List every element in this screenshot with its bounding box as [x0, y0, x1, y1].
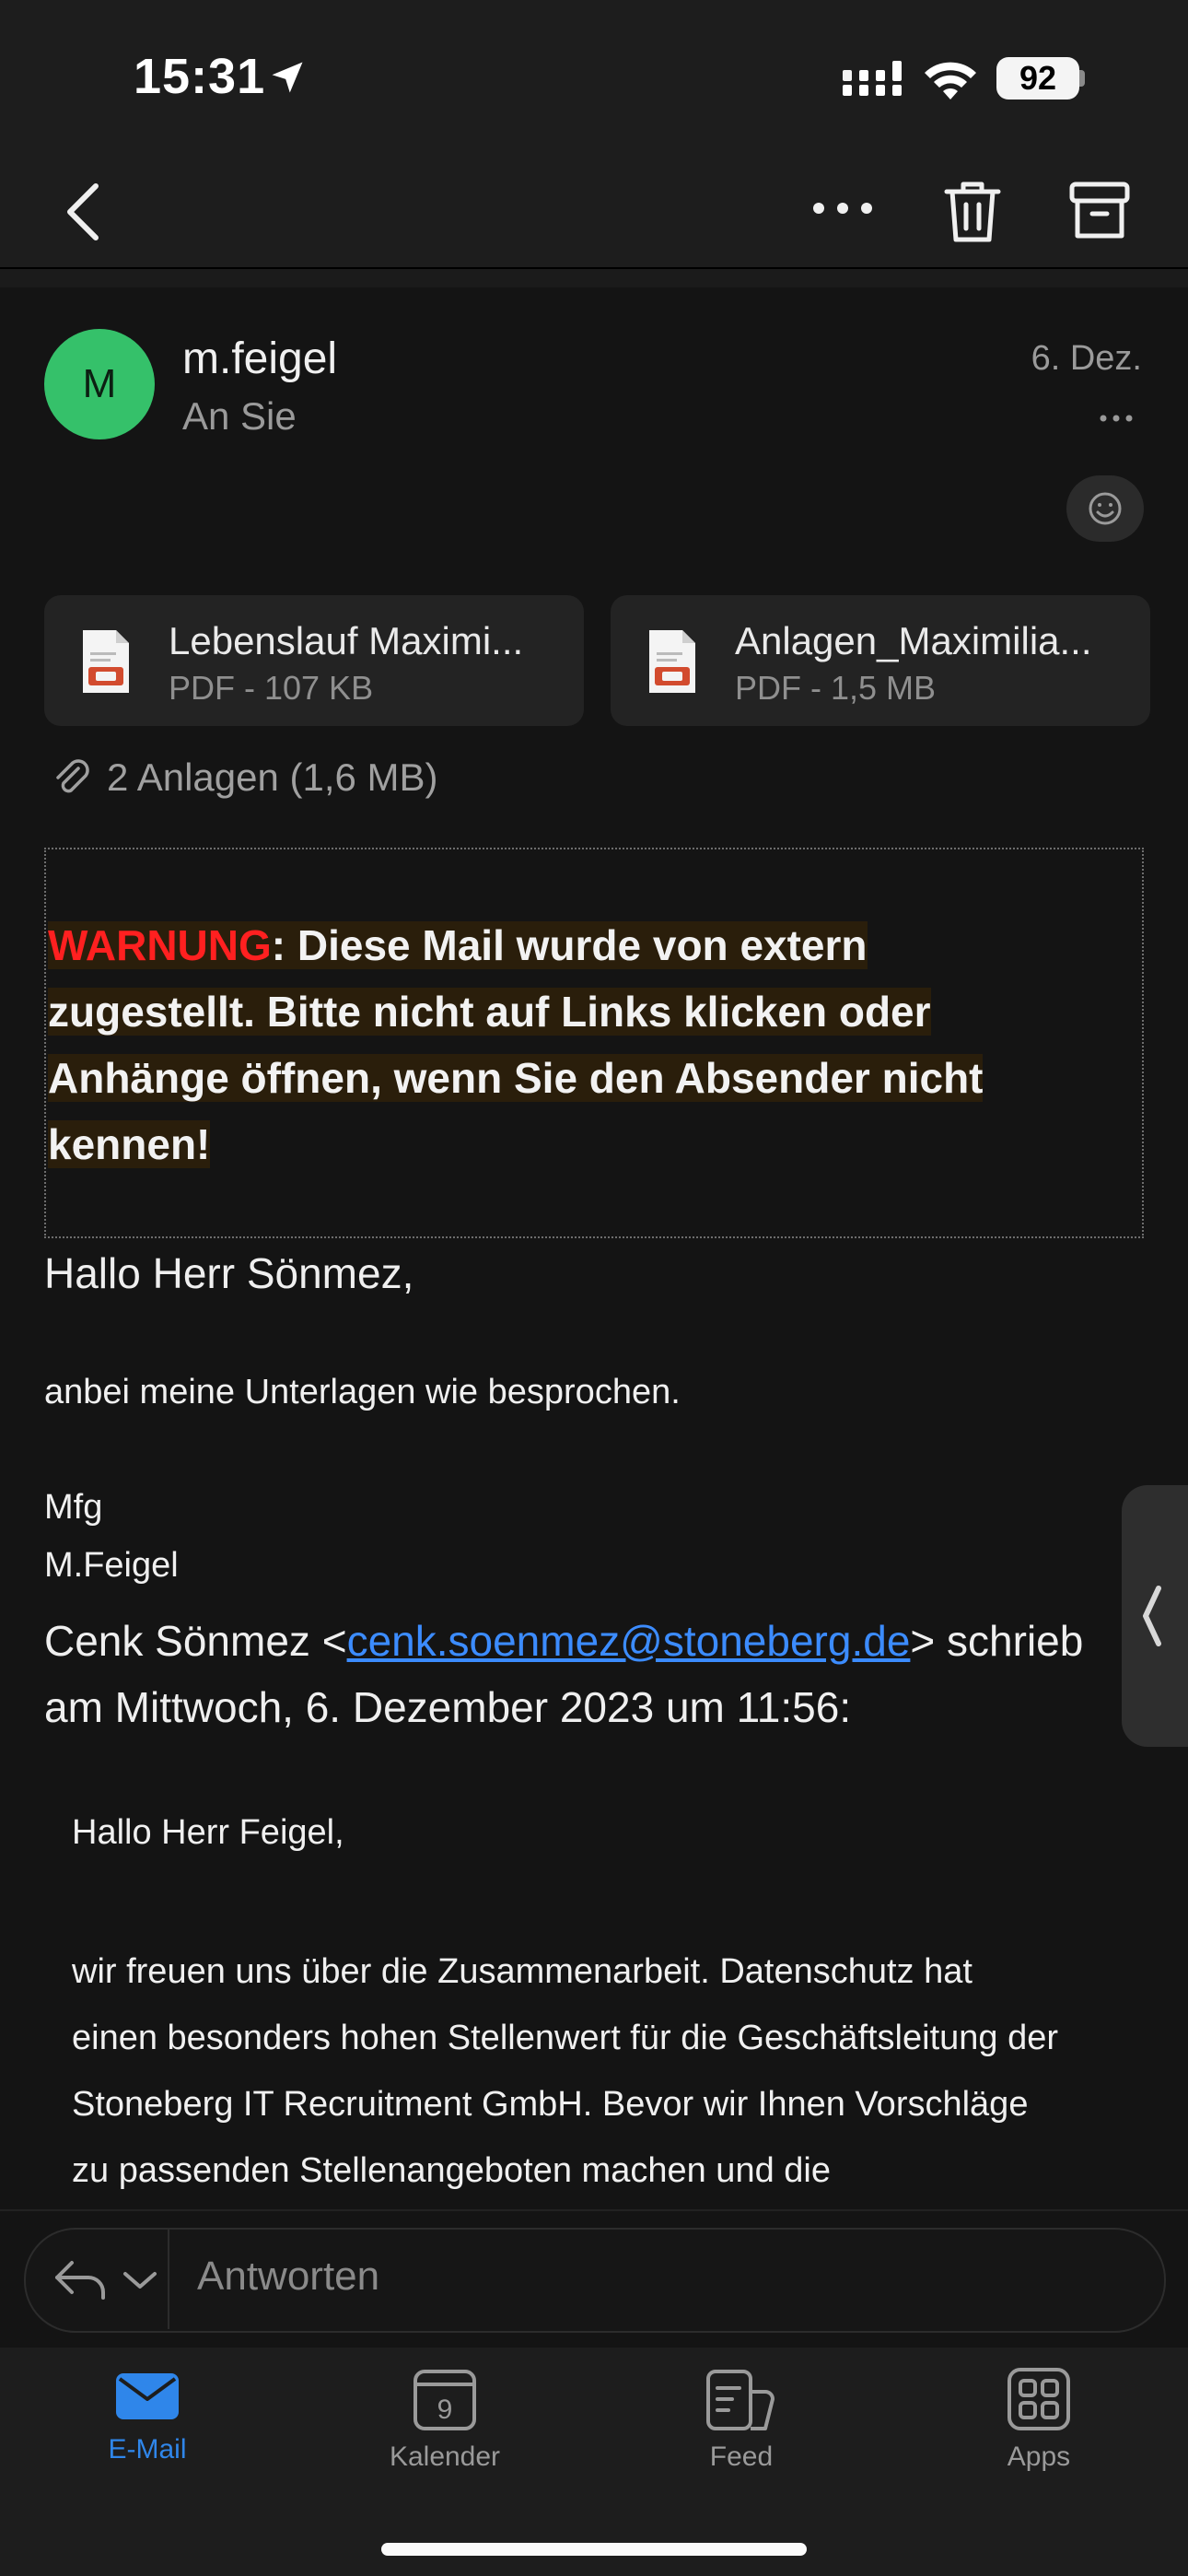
calendar-icon: 9	[413, 2370, 476, 2430]
attachment-meta: PDF - 107 KB	[169, 669, 374, 707]
warning-line: Anhänge öffnen, wenn Sie den Absender ni…	[48, 1054, 984, 1102]
attachment-name: Lebenslauf Maximi...	[169, 619, 524, 662]
side-panel-handle[interactable]	[1122, 1485, 1188, 1747]
body-closing: Mfg	[44, 1488, 103, 1527]
tab-apps[interactable]: Apps	[947, 2366, 1131, 2486]
chevron-left-icon	[1143, 1586, 1161, 1646]
toolbar	[0, 157, 1188, 269]
quote-header: Cenk Sönmez <cenk.soenmez@stoneberg.de> …	[44, 1608, 1168, 1740]
apps-grid-icon	[1007, 2368, 1070, 2430]
quoted-line: zu passenden Stellenangeboten machen und…	[72, 2151, 831, 2190]
chevron-down-icon[interactable]	[122, 2268, 158, 2292]
attachment-meta: PDF - 1,5 MB	[735, 669, 937, 707]
quote-suffix: > schrieb	[910, 1617, 1084, 1665]
message-more-icon[interactable]	[1098, 411, 1135, 426]
home-indicator[interactable]	[381, 2543, 807, 2556]
sender-avatar[interactable]: M	[44, 329, 155, 439]
attachment-card[interactable]: Anlagen_Maximilia... PDF - 1,5 MB	[611, 595, 1150, 726]
external-warning-text: WARNUNG: Diese Mail wurde von extern zug…	[48, 912, 1107, 1177]
attachment-card[interactable]: Lebenslauf Maximi... PDF - 107 KB	[44, 595, 584, 726]
tab-calendar[interactable]: 9 Kalender	[353, 2366, 537, 2486]
warning-label: WARNUNG	[48, 921, 272, 969]
archive-button[interactable]	[1066, 177, 1133, 247]
delete-trash-button[interactable]	[939, 177, 1006, 247]
paperclip-icon	[56, 759, 89, 793]
body-text: anbei meine Unterlagen wie besprochen.	[44, 1373, 681, 1411]
reply-bar[interactable]	[24, 2228, 1166, 2333]
location-arrow-icon	[272, 62, 303, 93]
quoted-greeting: Hallo Herr Feigel,	[72, 1813, 344, 1852]
smiley-icon	[1089, 492, 1122, 525]
more-options-button[interactable]	[806, 184, 879, 240]
attachment-name: Anlagen_Maximilia...	[735, 619, 1092, 662]
reply-input[interactable]: Antworten	[197, 2254, 379, 2300]
quoted-paragraph: wir freuen uns über die Zusammenarbeit. …	[72, 1938, 1131, 2204]
warning-line: kennen!	[48, 1120, 211, 1168]
message-date: 6. Dez.	[1031, 339, 1142, 378]
mail-icon	[116, 2373, 179, 2419]
tab-label: Feed	[709, 2441, 774, 2472]
reaction-button[interactable]	[1066, 475, 1144, 542]
calendar-day: 9	[437, 2395, 453, 2425]
quoted-line: wir freuen uns über die Zusammenarbeit. …	[72, 1952, 973, 1991]
reply-divider	[168, 2230, 169, 2329]
tab-label: Apps	[1007, 2441, 1071, 2472]
battery-tip	[1079, 70, 1085, 87]
email-link[interactable]: cenk.soenmez@stoneberg.de	[347, 1617, 911, 1665]
cellular-signal-icon	[843, 61, 902, 96]
body-signature: M.Feigel	[44, 1546, 179, 1585]
warning-line: zugestellt. Bitte nicht auf Links klicke…	[48, 988, 931, 1036]
attachments-summary[interactable]: 2 Anlagen (1,6 MB)	[107, 755, 438, 800]
body-greeting: Hallo Herr Sönmez,	[44, 1249, 414, 1297]
recipient-label: An Sie	[182, 394, 297, 438]
wifi-icon	[925, 62, 976, 100]
tab-feed[interactable]: Feed	[649, 2366, 833, 2486]
sender-name[interactable]: m.feigel	[182, 334, 337, 384]
tab-label: Kalender	[389, 2441, 501, 2472]
feed-icon	[706, 2370, 775, 2430]
pdf-file-icon	[649, 630, 695, 693]
back-button[interactable]	[55, 175, 111, 249]
reply-arrow-icon[interactable]	[52, 2254, 111, 2305]
quote-prefix: Cenk Sönmez <	[44, 1617, 347, 1665]
header-divider	[0, 269, 1188, 287]
tab-label: E-Mail	[108, 2434, 187, 2465]
battery-level: 92	[996, 57, 1079, 100]
warning-line: : Diese Mail wurde von extern	[271, 921, 868, 969]
quote-date: am Mittwoch, 6. Dezember 2023 um 11:56:	[44, 1683, 852, 1731]
quoted-line: einen besonders hohen Stellenwert für di…	[72, 2019, 1059, 2057]
pdf-file-icon	[83, 630, 129, 693]
quoted-line: Stoneberg IT Recruitment GmbH. Bevor wir…	[72, 2085, 1029, 2124]
tab-email[interactable]: E-Mail	[55, 2366, 239, 2486]
status-time: 15:31	[134, 49, 266, 104]
